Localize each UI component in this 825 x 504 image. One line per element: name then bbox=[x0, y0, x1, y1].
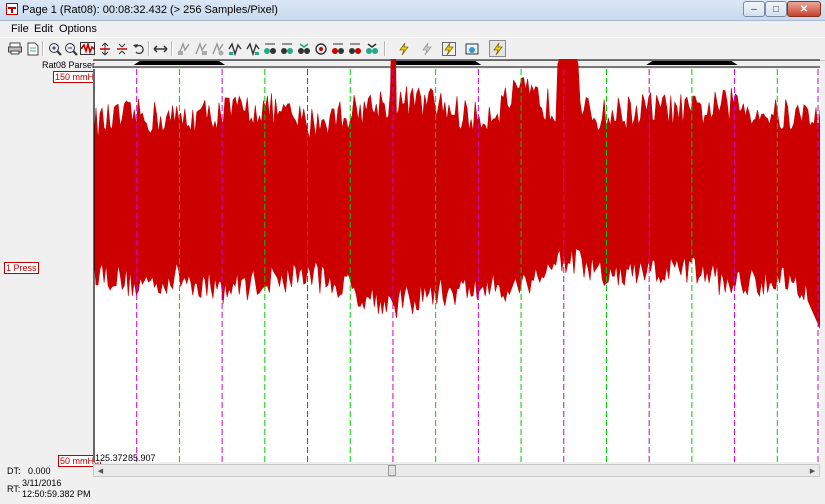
lightning-icon[interactable] bbox=[395, 40, 412, 57]
tool-d-icon[interactable] bbox=[226, 40, 243, 57]
status-panel: DT: 0.000 3/11/2016 RT: 12:50:59.382 PM bbox=[0, 464, 93, 504]
tool-g-icon[interactable] bbox=[278, 40, 295, 57]
marker-bar-2 bbox=[646, 61, 738, 65]
scroll-right-icon[interactable]: ▶ bbox=[806, 465, 819, 476]
pressure-chart[interactable] bbox=[93, 59, 820, 464]
parser-label: Rat08 Parser bbox=[42, 60, 96, 70]
minimize-button[interactable]: – bbox=[743, 1, 765, 17]
undo-icon[interactable] bbox=[130, 40, 147, 57]
lightning-active-icon[interactable] bbox=[489, 40, 506, 57]
dt-value: 0.000 bbox=[28, 466, 51, 476]
title-bar: Page 1 (Rat08): 00:08:32.432 (> 256 Samp… bbox=[0, 0, 825, 21]
horizontal-scrollbar[interactable]: ◀ ▶ bbox=[93, 464, 820, 477]
menu-bar: File Edit Options bbox=[0, 21, 825, 36]
cursor-readout-1: 125.372 bbox=[95, 453, 128, 463]
marker-bar-0 bbox=[133, 61, 226, 65]
stretch-icon[interactable] bbox=[152, 40, 169, 57]
zoom-in-icon[interactable] bbox=[46, 40, 63, 57]
zoom-out-icon[interactable] bbox=[62, 40, 79, 57]
lightning-off-icon[interactable] bbox=[418, 40, 435, 57]
fit-icon[interactable] bbox=[79, 40, 96, 57]
page-icon[interactable] bbox=[24, 40, 41, 57]
tool-c-icon[interactable] bbox=[209, 40, 226, 57]
tool-e-icon[interactable] bbox=[244, 40, 261, 57]
maximize-button[interactable]: □ bbox=[765, 1, 787, 17]
cursor-readout-2: 85.907 bbox=[128, 453, 156, 463]
rt-date: 3/11/2016 bbox=[22, 478, 62, 488]
window-title: Page 1 (Rat08): 00:08:32.432 (> 256 Samp… bbox=[22, 4, 278, 16]
marker-bar-1 bbox=[389, 61, 482, 65]
rt-label: RT: bbox=[7, 484, 21, 494]
tool-l-icon[interactable] bbox=[363, 40, 380, 57]
menu-options[interactable]: Options bbox=[59, 23, 97, 35]
menu-edit[interactable]: Edit bbox=[34, 23, 53, 35]
tool-f-icon[interactable] bbox=[261, 40, 278, 57]
tool-i-icon[interactable] bbox=[312, 40, 329, 57]
scroll-left-icon[interactable]: ◀ bbox=[94, 465, 107, 476]
tool-b-icon[interactable] bbox=[192, 40, 209, 57]
tool-k-icon[interactable] bbox=[346, 40, 363, 57]
app-icon bbox=[6, 3, 18, 15]
compress-icon[interactable] bbox=[113, 40, 130, 57]
expand-icon[interactable] bbox=[96, 40, 113, 57]
channel-panel: Rat08 Parser 150 mmHg 1 Press 50 mmHg bbox=[0, 59, 102, 467]
toolbar bbox=[0, 37, 825, 61]
lightning-alt-icon[interactable] bbox=[440, 40, 457, 57]
channel-name-label[interactable]: 1 Press bbox=[4, 262, 39, 274]
dt-label: DT: bbox=[7, 466, 21, 476]
tool-h-icon[interactable] bbox=[295, 40, 312, 57]
scroll-thumb[interactable] bbox=[388, 465, 396, 476]
tool-j-icon[interactable] bbox=[329, 40, 346, 57]
plot-area[interactable] bbox=[93, 59, 820, 464]
tile-icon[interactable] bbox=[463, 40, 480, 57]
menu-file[interactable]: File bbox=[11, 23, 29, 35]
print-icon[interactable] bbox=[6, 40, 23, 57]
tool-a-icon[interactable] bbox=[175, 40, 192, 57]
close-button[interactable]: ✕ bbox=[787, 1, 821, 17]
rt-time: 12:50:59.382 PM bbox=[22, 489, 91, 499]
